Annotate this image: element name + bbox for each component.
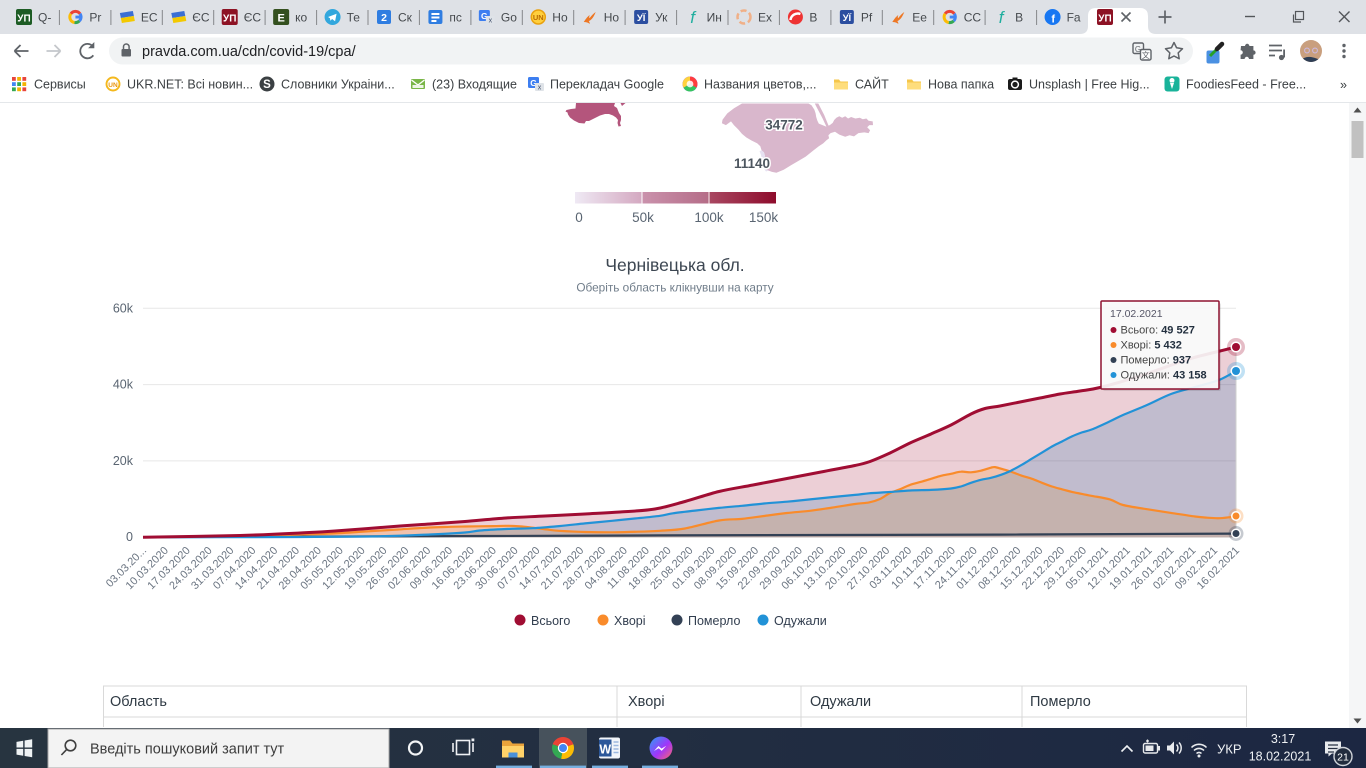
svg-text:Хворі: 5 432: Хворі: 5 432 bbox=[1121, 340, 1182, 352]
svg-text:Ее: Ее bbox=[912, 11, 927, 25]
svg-text:34772: 34772 bbox=[765, 118, 803, 133]
svg-text:11140: 11140 bbox=[734, 156, 770, 171]
svg-text:пс: пс bbox=[449, 11, 462, 25]
svg-text:ЄС: ЄС bbox=[244, 11, 262, 25]
svg-text:60k: 60k bbox=[113, 301, 134, 315]
svg-text:f: f bbox=[1051, 13, 1055, 25]
svg-text:Ин: Ин bbox=[707, 11, 722, 25]
svg-text:Одужали: Одужали bbox=[774, 614, 827, 628]
svg-text:УП: УП bbox=[17, 14, 30, 25]
svg-text:Одужали: Одужали bbox=[810, 694, 871, 710]
svg-text:Q-: Q- bbox=[38, 11, 51, 25]
svg-text:Чернівецька обл.: Чернівецька обл. bbox=[605, 255, 744, 275]
svg-text:Всього: 49 527: Всього: 49 527 bbox=[1121, 325, 1195, 337]
svg-text:УП: УП bbox=[223, 14, 236, 25]
svg-text:FoodiesFeed - Free...: FoodiesFeed - Free... bbox=[1186, 78, 1306, 92]
svg-text:УП: УП bbox=[1098, 14, 1111, 25]
svg-text:100k: 100k bbox=[694, 210, 724, 225]
svg-text:Pf: Pf bbox=[861, 11, 873, 25]
svg-text:3:17: 3:17 bbox=[1271, 732, 1295, 746]
svg-text:50k: 50k bbox=[632, 210, 654, 225]
svg-text:САЙТ: САЙТ bbox=[855, 77, 889, 92]
svg-text:(23) Входящие: (23) Входящие bbox=[432, 78, 517, 92]
svg-text:СС: СС bbox=[964, 11, 982, 25]
svg-text:Область: Область bbox=[110, 694, 167, 710]
svg-text:В: В bbox=[1015, 11, 1023, 25]
svg-text:Нова папка: Нова папка bbox=[928, 78, 994, 92]
svg-text:Введіть пошуковий запит тут: Введіть пошуковий запит тут bbox=[90, 742, 285, 758]
svg-text:Померло: Померло bbox=[1030, 694, 1091, 710]
svg-text:Словники Украіни...: Словники Украіни... bbox=[281, 78, 395, 92]
svg-text:Ук: Ук bbox=[655, 11, 668, 25]
svg-text:x: x bbox=[538, 85, 542, 92]
svg-text:Всього: Всього bbox=[531, 614, 570, 628]
svg-text:150k: 150k bbox=[749, 210, 779, 225]
svg-text:W: W bbox=[599, 743, 611, 757]
svg-text:pravda.com.ua/cdn/covid-19/cpa: pravda.com.ua/cdn/covid-19/cpa/ bbox=[142, 44, 357, 60]
svg-text:Fa: Fa bbox=[1067, 11, 1081, 25]
svg-text:f: f bbox=[690, 8, 697, 27]
svg-text:21: 21 bbox=[1337, 752, 1349, 764]
svg-text:Но: Но bbox=[552, 11, 568, 25]
svg-text:0: 0 bbox=[126, 530, 133, 544]
svg-text:Сервисы: Сервисы bbox=[34, 78, 86, 92]
svg-text:2: 2 bbox=[381, 12, 387, 24]
svg-text:Померло: Померло bbox=[688, 614, 740, 628]
svg-text:f: f bbox=[999, 8, 1006, 27]
svg-text:Но: Но bbox=[604, 11, 620, 25]
svg-text:УЇ: УЇ bbox=[843, 13, 852, 24]
svg-text:Unsplash | Free Hig...: Unsplash | Free Hig... bbox=[1029, 78, 1150, 92]
svg-text:Померло: 937: Померло: 937 bbox=[1121, 355, 1192, 367]
svg-text:Хворі: Хворі bbox=[628, 694, 665, 710]
svg-text:Ск: Ск bbox=[398, 11, 413, 25]
svg-text:Gо: Gо bbox=[501, 11, 517, 25]
svg-text:ЕС: ЕС bbox=[141, 11, 158, 25]
svg-text:Оберіть область клікнувши на к: Оберіть область клікнувши на карту bbox=[576, 281, 773, 295]
svg-text:E: E bbox=[277, 13, 284, 25]
svg-text:ко: ко bbox=[295, 11, 307, 25]
svg-text:Pr: Pr bbox=[89, 11, 101, 25]
svg-text:UKR.NET: Всі новин...: UKR.NET: Всі новин... bbox=[127, 78, 253, 92]
svg-text:Названия цветов,...: Названия цветов,... bbox=[704, 78, 816, 92]
svg-text:УЇ: УЇ bbox=[637, 13, 646, 24]
svg-text:UN: UN bbox=[108, 82, 118, 89]
svg-text:Одужали: 43 158: Одужали: 43 158 bbox=[1121, 370, 1207, 382]
svg-text:18.02.2021: 18.02.2021 bbox=[1249, 750, 1312, 764]
svg-text:УКР: УКР bbox=[1217, 742, 1242, 757]
svg-text:UN: UN bbox=[533, 13, 544, 22]
svg-text:20k: 20k bbox=[113, 454, 134, 468]
svg-text:Перекладач Google: Перекладач Google bbox=[550, 78, 664, 92]
svg-text:Хворі: Хворі bbox=[614, 614, 646, 628]
svg-text:ЄС: ЄС bbox=[192, 11, 210, 25]
svg-text:40k: 40k bbox=[113, 378, 134, 392]
svg-text:В: В bbox=[809, 11, 817, 25]
svg-text:S: S bbox=[263, 79, 271, 91]
svg-text:0: 0 bbox=[575, 210, 583, 225]
svg-text:Ех: Ех bbox=[758, 11, 772, 25]
svg-text:Те: Те bbox=[347, 11, 361, 25]
svg-text:17.02.2021: 17.02.2021 bbox=[1110, 308, 1163, 320]
svg-text:x: x bbox=[489, 18, 493, 25]
svg-text:文: 文 bbox=[1142, 50, 1150, 60]
svg-text:»: » bbox=[1340, 78, 1347, 92]
